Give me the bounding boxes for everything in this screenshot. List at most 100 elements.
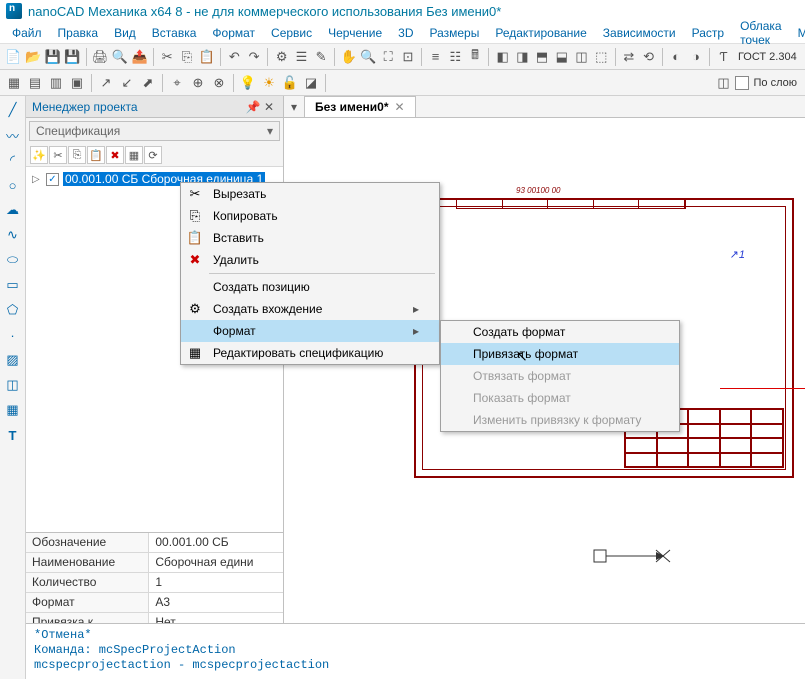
ctx-create-position[interactable]: Создать позицию bbox=[181, 276, 439, 298]
rect-icon[interactable]: ▭ bbox=[3, 275, 23, 295]
redo-icon[interactable]: ↷ bbox=[245, 47, 264, 67]
ctx-format[interactable]: Формат▸ bbox=[181, 320, 439, 342]
save-icon[interactable]: 💾 bbox=[43, 47, 62, 67]
color-swatch[interactable] bbox=[735, 76, 749, 90]
menu-dimensions[interactable]: Размеры bbox=[421, 24, 487, 42]
menu-service[interactable]: Сервис bbox=[263, 24, 320, 42]
close-icon[interactable]: ✕ bbox=[395, 100, 405, 114]
doc-tab[interactable]: Без имени0* ✕ bbox=[304, 96, 416, 117]
tool-icon[interactable]: ◫ bbox=[572, 47, 591, 67]
expand-icon[interactable]: ▷ bbox=[32, 174, 42, 185]
refresh-icon[interactable]: ⟳ bbox=[144, 146, 162, 164]
tool-icon[interactable]: ⇄ bbox=[620, 47, 639, 67]
layers-icon[interactable]: ≡ bbox=[426, 47, 445, 67]
zoom-icon[interactable]: 🔍 bbox=[359, 47, 378, 67]
publish-icon[interactable]: 📤 bbox=[130, 47, 149, 67]
del-icon[interactable]: ✖ bbox=[106, 146, 124, 164]
tool-icon[interactable]: ▥ bbox=[46, 73, 66, 93]
spline-icon[interactable]: ∿ bbox=[3, 225, 23, 245]
ctx-create-format[interactable]: Создать формат bbox=[441, 321, 679, 343]
menu-raster[interactable]: Растр bbox=[684, 24, 732, 42]
ctx-delete[interactable]: ✖Удалить bbox=[181, 249, 439, 271]
tab-list-icon[interactable]: ▾ bbox=[284, 97, 304, 117]
ctx-edit-spec[interactable]: ▦Редактировать спецификацию bbox=[181, 342, 439, 364]
menu-format[interactable]: Формат bbox=[204, 24, 263, 42]
paste-icon[interactable]: 📋 bbox=[87, 146, 105, 164]
lock-icon[interactable]: 🔓 bbox=[280, 73, 300, 93]
saveall-icon[interactable]: 💾 bbox=[63, 47, 82, 67]
region-icon[interactable]: ◫ bbox=[3, 375, 23, 395]
textstyle-icon[interactable]: Ƭ bbox=[714, 47, 733, 67]
spec-combo[interactable]: Спецификация ▾ bbox=[29, 121, 280, 141]
tool-icon[interactable]: ▤ bbox=[25, 73, 45, 93]
text-style-label[interactable]: ГОСТ 2.304 bbox=[734, 51, 801, 63]
calc-icon[interactable]: 🖩 bbox=[466, 47, 485, 67]
tool-icon[interactable]: ⬓ bbox=[552, 47, 571, 67]
menu-file[interactable]: Файл bbox=[4, 24, 50, 42]
polygon-icon[interactable]: ⬠ bbox=[3, 300, 23, 320]
menu-insert[interactable]: Вставка bbox=[144, 24, 205, 42]
ctx-create-occurrence[interactable]: ⚙Создать вхождение▸ bbox=[181, 298, 439, 320]
bulb-icon[interactable]: 💡 bbox=[238, 73, 258, 93]
tool-icon[interactable]: ▦ bbox=[4, 73, 24, 93]
tool-icon[interactable]: ⟲ bbox=[639, 47, 658, 67]
menu-view[interactable]: Вид bbox=[106, 24, 144, 42]
pan-icon[interactable]: ✋ bbox=[339, 47, 358, 67]
paste-icon[interactable]: 📋 bbox=[197, 47, 216, 67]
cut-icon[interactable]: ✂ bbox=[158, 47, 177, 67]
polyline-icon[interactable]: 〰 bbox=[3, 125, 23, 145]
copy-icon[interactable]: ⎘ bbox=[68, 146, 86, 164]
tool-icon[interactable]: ◐ bbox=[667, 47, 686, 67]
tool-icon[interactable]: ⬈ bbox=[138, 73, 158, 93]
tool-icon[interactable]: ◧ bbox=[493, 47, 512, 67]
tool-icon[interactable]: ⌖ bbox=[167, 73, 187, 93]
hatch-icon[interactable]: ▨ bbox=[3, 350, 23, 370]
menu-pointcloud[interactable]: Облака точек bbox=[732, 17, 790, 49]
preview-icon[interactable]: 🔍 bbox=[111, 47, 130, 67]
cloud-icon[interactable]: ☁ bbox=[3, 200, 23, 220]
undo-icon[interactable]: ↶ bbox=[225, 47, 244, 67]
arc-icon[interactable]: ◜ bbox=[3, 150, 23, 170]
tool-icon[interactable]: ↙ bbox=[117, 73, 137, 93]
ellipse-icon[interactable]: ⬭ bbox=[3, 250, 23, 270]
bylayer-icon[interactable]: ◫ bbox=[714, 73, 734, 93]
grid-icon[interactable]: ▦ bbox=[125, 146, 143, 164]
print-icon[interactable]: 🖨 bbox=[91, 47, 110, 67]
tool-icon[interactable]: ⬒ bbox=[533, 47, 552, 67]
zoomwin-icon[interactable]: ⛶ bbox=[379, 47, 398, 67]
menu-edit[interactable]: Правка bbox=[50, 24, 107, 42]
sun-icon[interactable]: ☀ bbox=[259, 73, 279, 93]
tool-icon[interactable]: ◨ bbox=[513, 47, 532, 67]
new-icon[interactable]: 📄 bbox=[4, 47, 23, 67]
close-icon[interactable]: ✕ bbox=[261, 100, 277, 114]
cut-icon[interactable]: ✂ bbox=[49, 146, 67, 164]
ctx-paste[interactable]: 📋Вставить bbox=[181, 227, 439, 249]
tool-icon[interactable]: ⚙ bbox=[272, 47, 291, 67]
line-icon[interactable]: ╱ bbox=[3, 100, 23, 120]
ctx-bind-format[interactable]: Привязать формат bbox=[441, 343, 679, 365]
open-icon[interactable]: 📂 bbox=[24, 47, 43, 67]
menu-3d[interactable]: 3D bbox=[390, 24, 421, 42]
ctx-cut[interactable]: ✂Вырезать bbox=[181, 183, 439, 205]
circle-icon[interactable]: ○ bbox=[3, 175, 23, 195]
tool-icon[interactable]: ✨ bbox=[30, 146, 48, 164]
zoomext-icon[interactable]: ⊡ bbox=[399, 47, 418, 67]
menu-modify[interactable]: Редактирование bbox=[487, 24, 594, 42]
tool-icon[interactable]: ✎ bbox=[312, 47, 331, 67]
menu-drawing[interactable]: Черчение bbox=[320, 24, 390, 42]
copy-icon[interactable]: ⎘ bbox=[178, 47, 197, 67]
ctx-copy[interactable]: ⎘Копировать bbox=[181, 205, 439, 227]
point-icon[interactable]: · bbox=[3, 325, 23, 345]
color-icon[interactable]: ◪ bbox=[301, 73, 321, 93]
menu-constraints[interactable]: Зависимости bbox=[595, 24, 684, 42]
tool-icon[interactable]: ⊕ bbox=[188, 73, 208, 93]
text-icon[interactable]: T bbox=[3, 425, 23, 445]
tool-icon[interactable]: ⊗ bbox=[209, 73, 229, 93]
tool-icon[interactable]: ◑ bbox=[687, 47, 706, 67]
table-icon[interactable]: ▦ bbox=[3, 400, 23, 420]
pin-icon[interactable]: 📌 bbox=[245, 100, 261, 114]
linetype-label[interactable]: По слою bbox=[750, 77, 802, 89]
checkbox[interactable]: ✓ bbox=[46, 173, 59, 186]
tool-icon[interactable]: ↗ bbox=[96, 73, 116, 93]
menu-overflow[interactable]: Ме bbox=[790, 24, 805, 42]
